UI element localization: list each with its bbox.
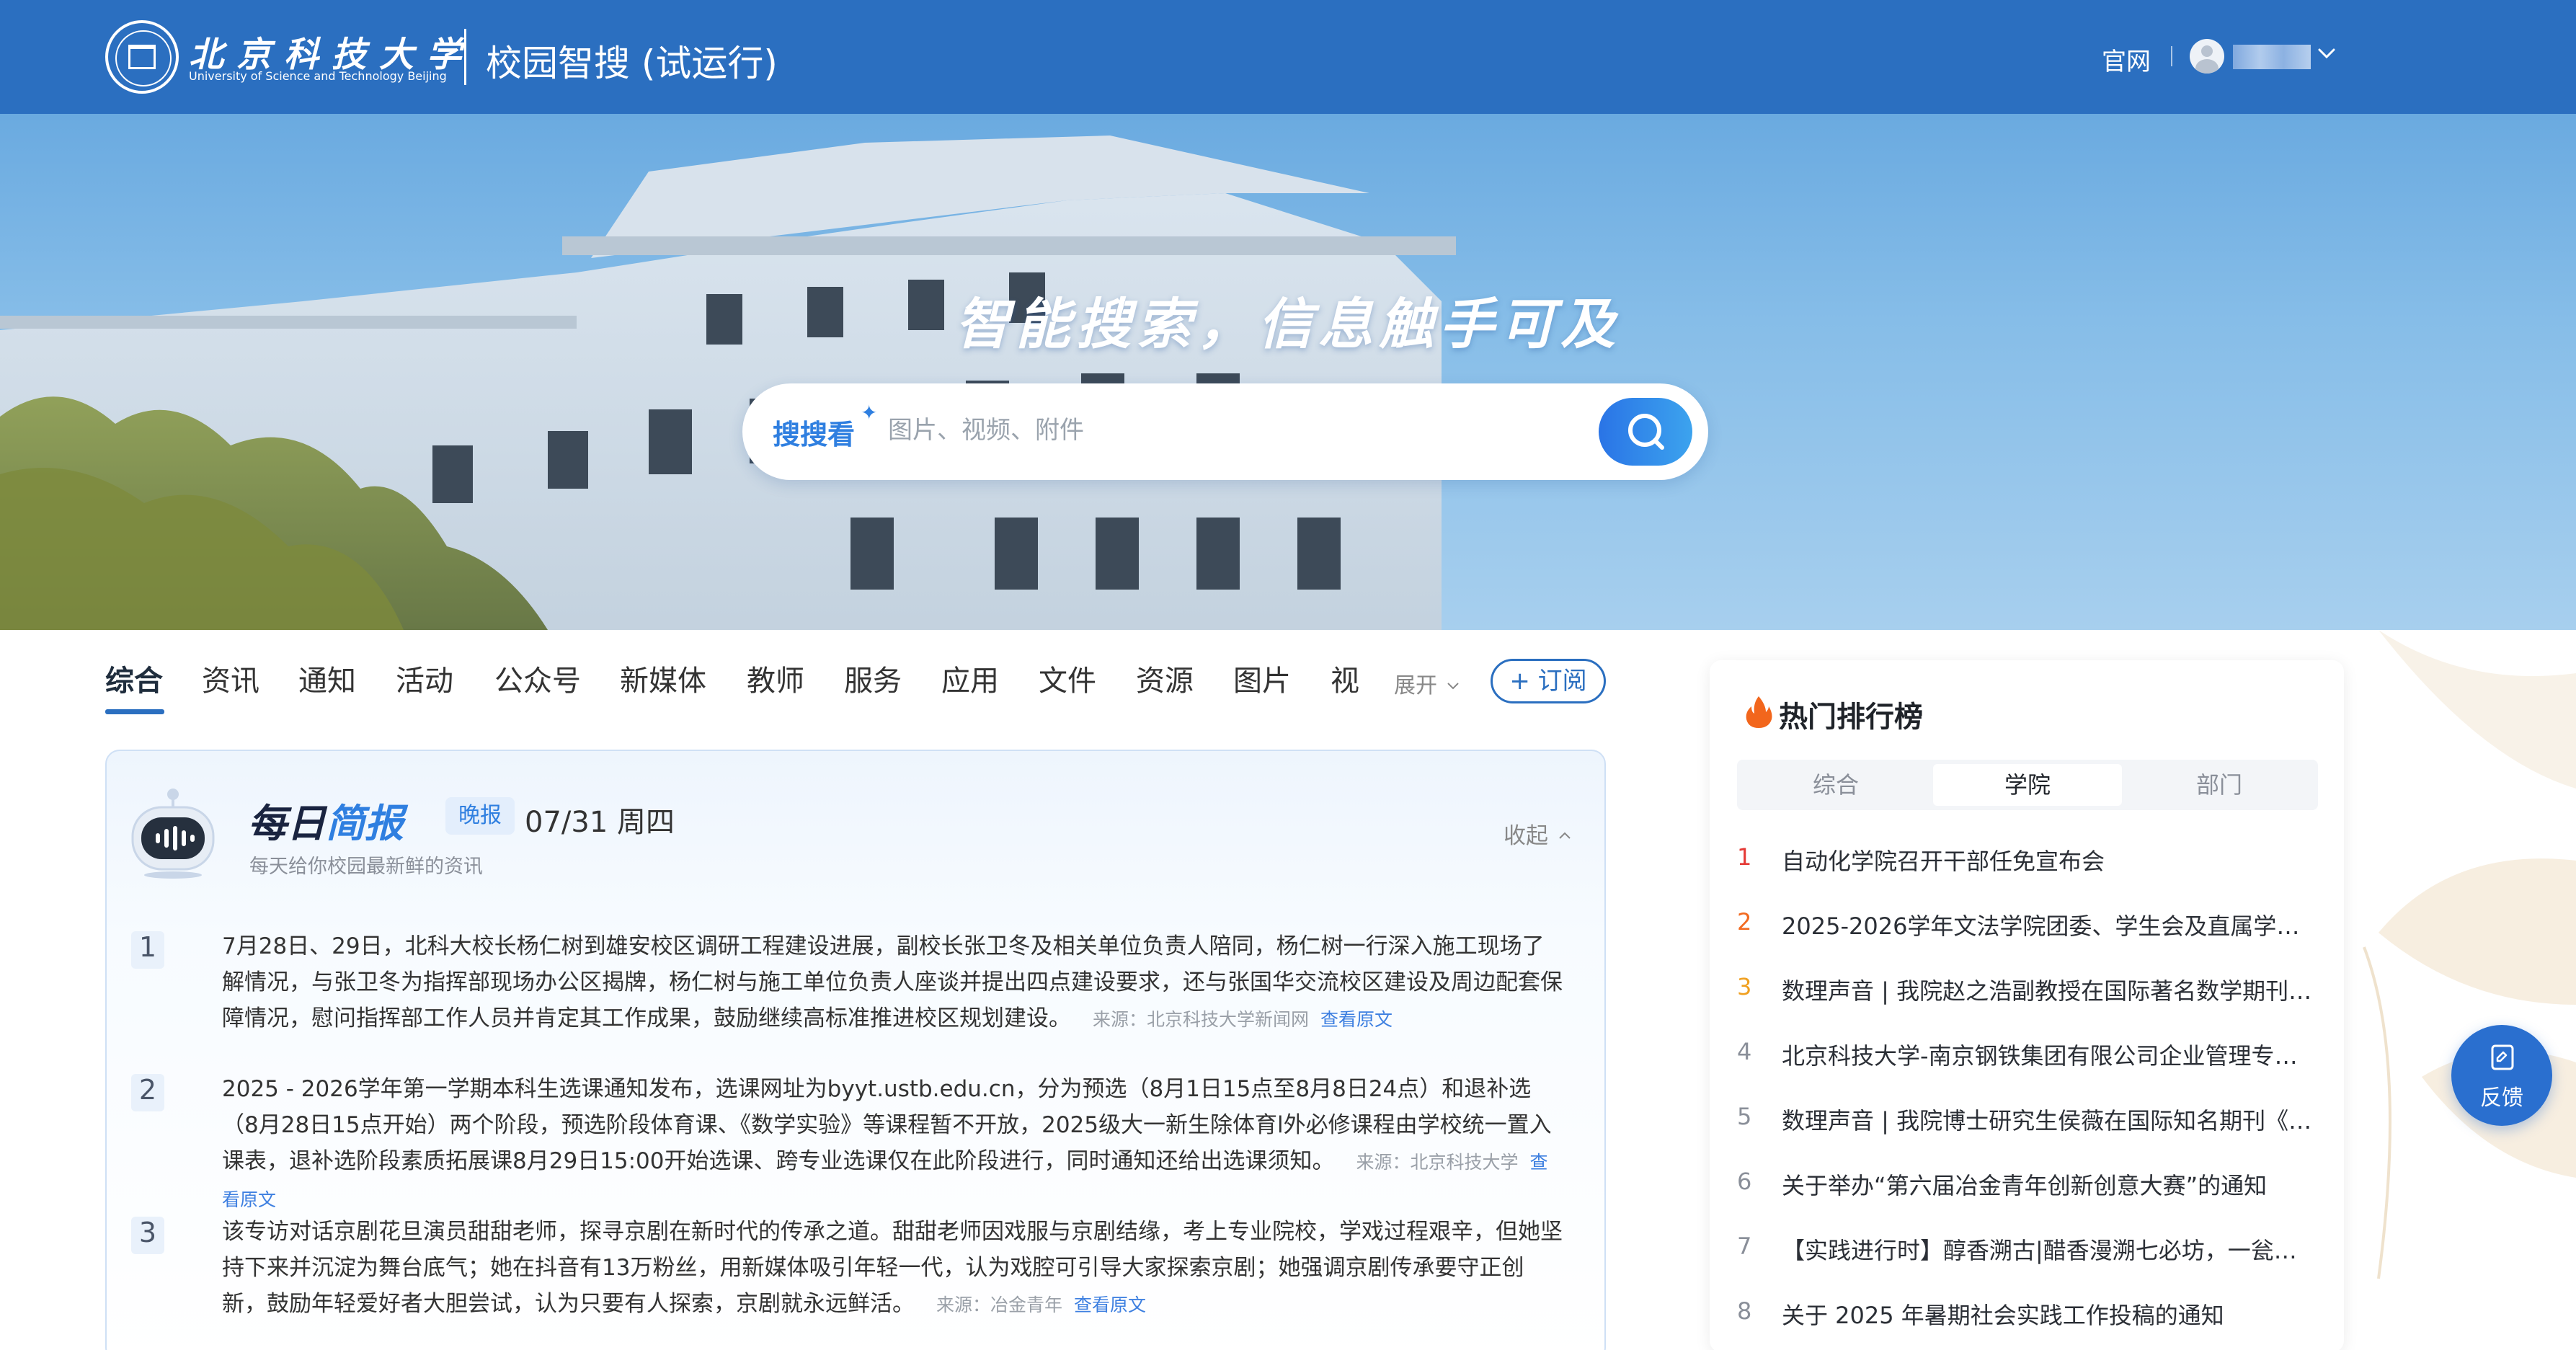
campus-building-image bbox=[0, 136, 1456, 630]
search-button[interactable] bbox=[1599, 398, 1692, 466]
user-menu-chevron-down-icon[interactable] bbox=[2314, 40, 2340, 66]
hero-slogan: 智能搜索，信息触手可及 bbox=[955, 292, 1621, 356]
news-source: 来源：北京科技大学新闻网 bbox=[1093, 1009, 1310, 1030]
daily-brief-card: 每日简报 晚报 07/31 周四 每天给你校园最新鲜的资讯 收起 1 7月28日… bbox=[105, 750, 1606, 1350]
ranking-item[interactable]: 4 北京科技大学-南京钢铁集团有限公司企业管理专业… bbox=[1737, 1038, 2318, 1081]
collapse-brief-button[interactable]: 收起 bbox=[1504, 817, 1574, 850]
university-seal-icon bbox=[105, 20, 179, 94]
rank-title: 关于 2025 年暑期社会实践工作投稿的通知 bbox=[1782, 1302, 2224, 1329]
top-header: 北京科技大学 University of Science and Technol… bbox=[0, 0, 2576, 114]
chevron-down-icon bbox=[1447, 683, 1459, 690]
ranking-item[interactable]: 7 【实践进行时】醇香溯古|醋香漫溯七必坊，一瓮苦… bbox=[1737, 1233, 2318, 1276]
tab-notices[interactable]: 通知 bbox=[298, 657, 356, 699]
news-text: 7月28日、29日，北科大校长杨仁树到雄安校区调研工程建设进展，副校长张卫冬及相… bbox=[222, 933, 1563, 1031]
tab-services[interactable]: 服务 bbox=[844, 657, 902, 699]
ranking-tab-departments[interactable]: 部门 bbox=[2125, 764, 2314, 806]
ranking-item[interactable]: 5 数理声音 | 我院博士研究生侯薇在国际知名期刊《… bbox=[1737, 1103, 2318, 1146]
sparkle-icon: ✦ bbox=[861, 401, 878, 425]
search-input[interactable] bbox=[888, 408, 1594, 453]
rank-title: 数理声音 | 我院赵之浩副教授在国际著名数学期刊… bbox=[1782, 977, 2312, 1005]
tab-activities[interactable]: 活动 bbox=[396, 657, 453, 699]
tab-resources[interactable]: 资源 bbox=[1136, 657, 1194, 699]
expand-label: 展开 bbox=[1394, 673, 1437, 698]
tab-comprehensive[interactable]: 综合 bbox=[105, 657, 163, 699]
rank-number: 5 bbox=[1737, 1103, 1752, 1130]
rank-number: 4 bbox=[1737, 1038, 1752, 1065]
tab-files[interactable]: 文件 bbox=[1039, 657, 1096, 699]
search-box: 搜搜看 ✦ bbox=[742, 383, 1708, 480]
rank-title: 【实践进行时】醇香溯古|醋香漫溯七必坊，一瓮苦… bbox=[1782, 1237, 2318, 1264]
rank-number: 8 bbox=[1737, 1297, 1752, 1325]
subscribe-button[interactable]: + 订阅 bbox=[1491, 659, 1606, 703]
robot-assistant-icon bbox=[131, 789, 215, 879]
active-tab-indicator bbox=[105, 709, 164, 714]
rank-number: 6 bbox=[1737, 1168, 1752, 1195]
official-site-link[interactable]: 官网 bbox=[2102, 42, 2151, 77]
logo-english-name: University of Science and Technology Bei… bbox=[189, 69, 447, 83]
ranking-tab-comprehensive[interactable]: 综合 bbox=[1741, 764, 1930, 806]
news-text: 2025 - 2026学年第一学期本科生选课通知发布，选课网址为byyt.ust… bbox=[222, 1076, 1552, 1210]
brief-date: 07/31 周四 bbox=[525, 806, 675, 839]
tab-teachers[interactable]: 教师 bbox=[747, 657, 804, 699]
feedback-button[interactable]: 反馈 bbox=[2451, 1025, 2552, 1126]
ranking-title: 热门排行榜 bbox=[1779, 701, 1923, 734]
view-original-link[interactable]: 查看原文 bbox=[1074, 1295, 1146, 1315]
tab-official-accounts[interactable]: 公众号 bbox=[494, 657, 581, 699]
header-divider bbox=[464, 29, 466, 85]
tab-video[interactable]: 视 bbox=[1331, 657, 1359, 699]
search-label: 搜搜看 bbox=[773, 419, 856, 450]
ranking-item[interactable]: 8 关于 2025 年暑期社会实践工作投稿的通知 bbox=[1737, 1297, 2318, 1341]
brief-subtitle: 每天给你校园最新鲜的资讯 bbox=[249, 856, 483, 878]
tab-images[interactable]: 图片 bbox=[1233, 657, 1291, 699]
rank-title: 数理声音 | 我院博士研究生侯薇在国际知名期刊《… bbox=[1782, 1107, 2312, 1134]
ranking-item[interactable]: 1 自动化学院召开干部任免宣布会 bbox=[1737, 843, 2318, 887]
hot-ranking-panel: 热门排行榜 综合 学院 部门 1 自动化学院召开干部任免宣布会 2 2025-2… bbox=[1710, 660, 2344, 1350]
news-number: 2 bbox=[131, 1074, 164, 1111]
rank-title: 北京科技大学-南京钢铁集团有限公司企业管理专业… bbox=[1782, 1042, 2318, 1070]
news-text: 该专访对话京剧花旦演员甜甜老师，探寻京剧在新时代的传承之道。甜甜老师因戏服与京剧… bbox=[222, 1219, 1563, 1317]
ranking-tab-colleges[interactable]: 学院 bbox=[1933, 764, 2122, 806]
view-original-link[interactable]: 查看原文 bbox=[1320, 1009, 1393, 1030]
ranking-item[interactable]: 2 2025-2026学年文法学院团委、学生会及直属学生… bbox=[1737, 908, 2318, 951]
ranking-tabs: 综合 学院 部门 bbox=[1737, 760, 2318, 810]
ranking-item[interactable]: 3 数理声音 | 我院赵之浩副教授在国际著名数学期刊… bbox=[1737, 973, 2318, 1016]
ranking-item[interactable]: 6 关于举办“第六届冶金青年创新创意大赛”的通知 bbox=[1737, 1168, 2318, 1211]
search-icon bbox=[1628, 414, 1664, 450]
rank-number: 7 bbox=[1737, 1233, 1752, 1260]
app-title: 校园智搜 (试运行) bbox=[486, 43, 778, 84]
rank-title: 自动化学院召开干部任免宣布会 bbox=[1782, 848, 2105, 875]
feedback-label: 反馈 bbox=[2480, 1085, 2523, 1111]
rank-number: 2 bbox=[1737, 908, 1752, 936]
news-source: 来源：北京科技大学 bbox=[1356, 1152, 1519, 1173]
user-avatar[interactable] bbox=[2190, 39, 2224, 74]
brief-title: 每日简报 bbox=[248, 801, 404, 846]
rank-number: 3 bbox=[1737, 973, 1752, 1000]
hero-banner: 智能搜索，信息触手可及 搜搜看 ✦ bbox=[0, 114, 2576, 630]
rank-title: 关于举办“第六届冶金青年创新创意大赛”的通知 bbox=[1782, 1172, 2268, 1199]
tab-new-media[interactable]: 新媒体 bbox=[620, 657, 706, 699]
news-number: 3 bbox=[131, 1217, 164, 1254]
fire-icon bbox=[1746, 696, 1772, 728]
edit-note-icon bbox=[2491, 1044, 2514, 1070]
rank-number: 1 bbox=[1737, 843, 1752, 871]
user-name-redacted[interactable] bbox=[2233, 45, 2311, 69]
news-number: 1 bbox=[131, 931, 164, 969]
rank-title: 2025-2026学年文法学院团委、学生会及直属学生… bbox=[1782, 912, 2318, 940]
expand-tabs-button[interactable]: 展开 bbox=[1394, 667, 1462, 699]
tab-apps[interactable]: 应用 bbox=[941, 657, 999, 699]
header-separator bbox=[2171, 46, 2172, 66]
news-source: 来源：冶金青年 bbox=[936, 1295, 1063, 1315]
chevron-up-icon bbox=[1559, 832, 1571, 839]
tab-news[interactable]: 资讯 bbox=[202, 657, 259, 699]
brief-edition-badge: 晚报 bbox=[445, 797, 515, 835]
